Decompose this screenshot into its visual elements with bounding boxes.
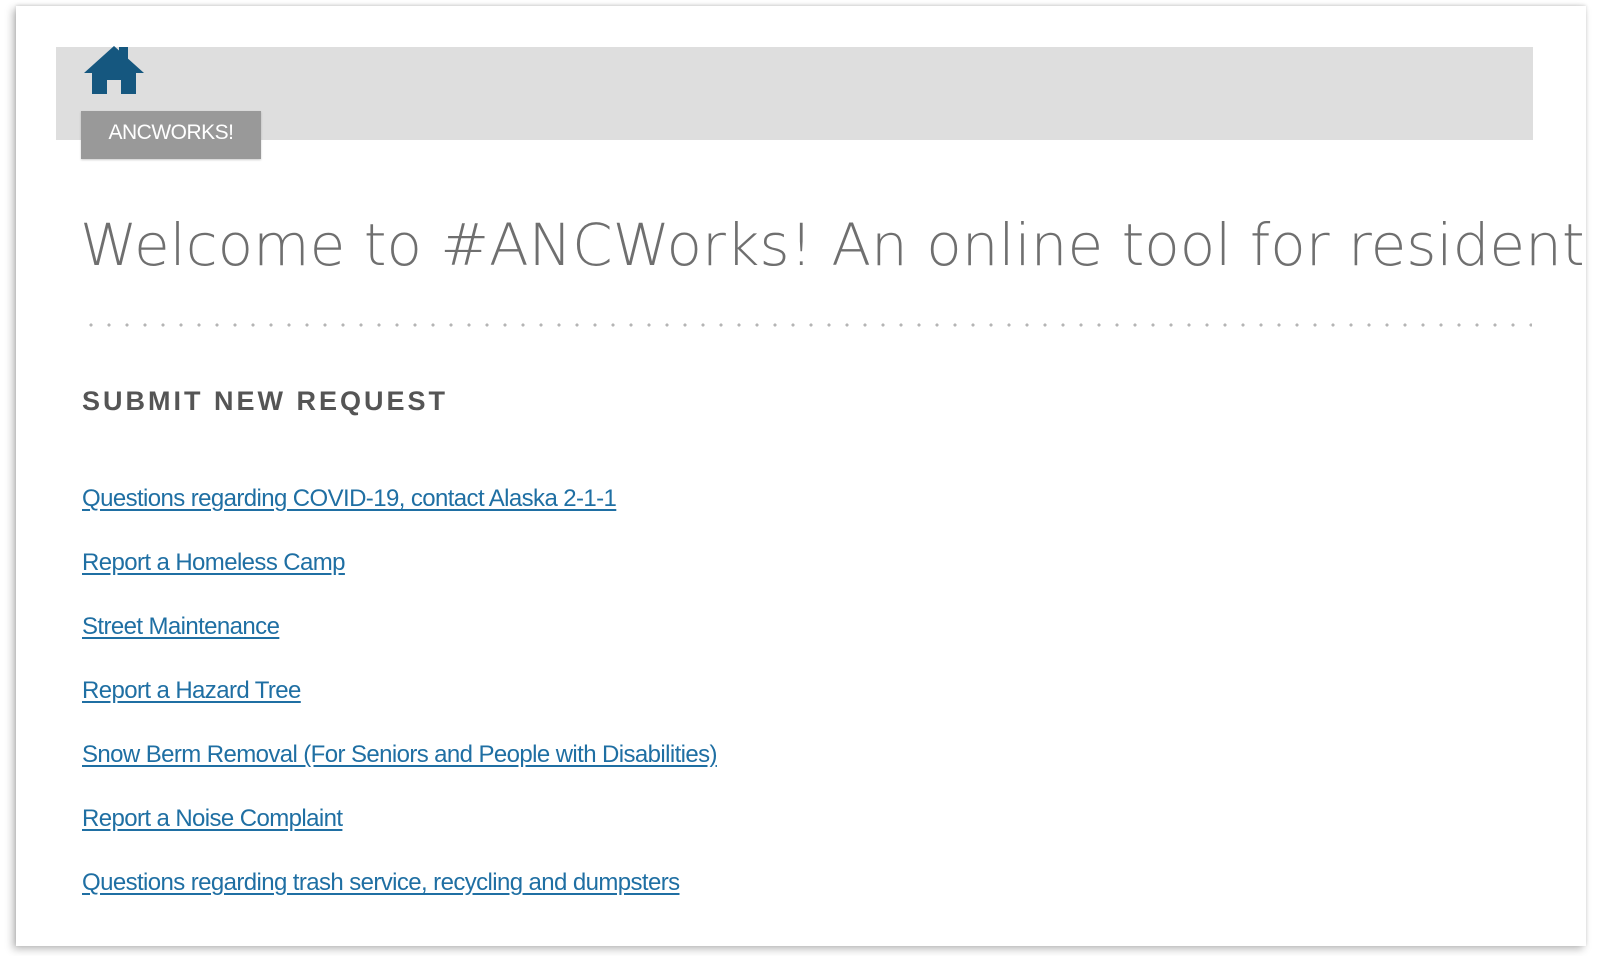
request-link-list: Questions regarding COVID-19, contact Al… [82,484,718,932]
link-covid-questions[interactable]: Questions regarding COVID-19, contact Al… [82,485,617,512]
list-item: Report a Hazard Tree [82,676,717,740]
page-title: Welcome to #ANCWorks! An online tool for… [80,211,1586,279]
list-item: Snow Berm Removal (For Seniors and Peopl… [82,740,718,804]
link-hazard-tree[interactable]: Report a Hazard Tree [82,677,301,704]
home-icon[interactable] [83,44,145,94]
link-homeless-camp[interactable]: Report a Homeless Camp [82,549,346,576]
list-item: Report a Homeless Camp [82,548,717,612]
list-item: Questions regarding trash service, recyc… [82,868,717,932]
breadcrumb-ancworks[interactable]: ANCWORKS! [81,111,261,159]
header-band [56,47,1533,140]
list-item: Report a Noise Complaint [82,804,717,868]
list-item: Street Maintenance [82,612,717,676]
link-snow-berm-removal[interactable]: Snow Berm Removal (For Seniors and Peopl… [82,741,718,768]
link-trash-service[interactable]: Questions regarding trash service, recyc… [82,869,680,896]
link-noise-complaint[interactable]: Report a Noise Complaint [82,805,343,832]
dotted-divider [82,323,1532,327]
section-heading: SUBMIT NEW REQUEST [82,386,449,416]
list-item: Questions regarding COVID-19, contact Al… [82,484,717,548]
page-frame: ANCWORKS! Welcome to #ANCWorks! An onlin… [16,6,1586,946]
link-street-maintenance[interactable]: Street Maintenance [82,613,280,640]
